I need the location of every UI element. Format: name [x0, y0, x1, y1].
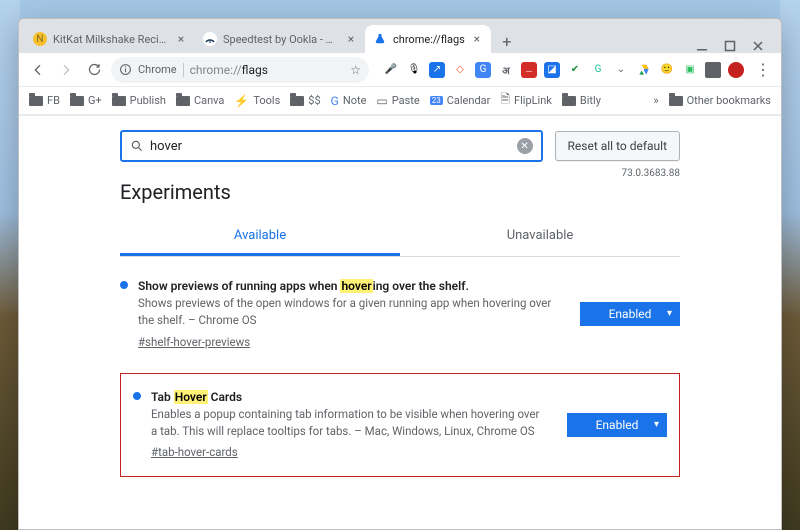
ext-drive-icon[interactable]: [636, 62, 652, 78]
ext-arrow-icon[interactable]: ↗: [429, 62, 445, 78]
reload-icon[interactable]: [83, 59, 105, 81]
tab-available[interactable]: Available: [120, 218, 400, 256]
toolbar: Chrome chrome://flags ☆ 🎤 🎙 ↗ ◇ G अ … ◪ …: [19, 53, 781, 87]
flags-search-input[interactable]: [150, 139, 511, 154]
search-icon: [130, 139, 144, 153]
ext-face-icon[interactable]: 🙂: [659, 62, 675, 78]
flag-tabs: Available Unavailable: [120, 218, 680, 257]
clear-search-icon[interactable]: ✕: [517, 138, 533, 154]
ext-grammarly-icon[interactable]: G: [590, 62, 606, 78]
close-icon[interactable]: ×: [175, 33, 187, 45]
flag-row-highlighted: Tab Hover Cards Enables a popup containi…: [120, 373, 680, 477]
site-info-icon[interactable]: [119, 63, 132, 76]
bm-gplus[interactable]: G+: [70, 94, 102, 107]
flags-search[interactable]: ✕: [120, 130, 543, 162]
flag-title: Show previews of running apps when hover…: [138, 277, 560, 295]
new-tab-button[interactable]: +: [495, 29, 519, 53]
tab-2[interactable]: Speedtest by Ookla - The Global... ×: [195, 25, 365, 53]
bm-canva[interactable]: Canva: [176, 94, 224, 107]
ext-translate-icon[interactable]: G: [475, 62, 491, 78]
back-icon[interactable]: [27, 59, 49, 81]
page-content: ✕ Reset all to default Experiments 73.0.…: [19, 115, 781, 529]
flag-indicator-icon: [133, 392, 141, 400]
flag-hash-link[interactable]: #shelf-hover-previews: [138, 334, 250, 351]
menu-dots-icon[interactable]: ⋮: [754, 60, 772, 79]
flag-desc: Enables a popup containing tab informati…: [151, 406, 547, 441]
bm-publish[interactable]: Publish: [112, 94, 166, 107]
url-text: chrome://flags: [190, 63, 268, 77]
minimize-icon[interactable]: [695, 39, 709, 53]
ext-blue-icon[interactable]: ◪: [544, 62, 560, 78]
tab-1[interactable]: N KitKat Milkshake Recipe - Easy H... ×: [25, 25, 195, 53]
ext-avatar-icon[interactable]: [728, 62, 744, 78]
ext-devanagari-icon[interactable]: अ: [498, 62, 514, 78]
other-bookmarks[interactable]: Other bookmarks: [669, 94, 771, 107]
ext-lastpass-icon[interactable]: …: [521, 62, 537, 78]
tab-title: Speedtest by Ookla - The Global...: [223, 33, 339, 46]
bookmarks-overflow-icon[interactable]: »: [653, 94, 658, 107]
favicon-flags: [373, 32, 387, 46]
tab-unavailable[interactable]: Unavailable: [400, 218, 680, 256]
site-chip: Chrome: [138, 63, 177, 76]
flag-title: Tab Hover Cards: [151, 388, 547, 406]
ext-pocket-icon[interactable]: ⌄: [613, 62, 629, 78]
ext-brave-icon[interactable]: ◇: [452, 62, 468, 78]
close-icon[interactable]: ×: [345, 33, 357, 45]
bm-fb[interactable]: FB: [29, 94, 60, 107]
forward-icon[interactable]: [55, 59, 77, 81]
tab-strip: N KitKat Milkshake Recipe - Easy H... × …: [19, 19, 781, 53]
ext-check-icon[interactable]: ✔: [567, 62, 583, 78]
flag-state-select[interactable]: Enabled: [567, 413, 667, 437]
page-title: Experiments: [120, 180, 680, 204]
bm-dollar[interactable]: $$: [290, 94, 320, 107]
favicon-speedtest: [203, 32, 217, 46]
tab-title: chrome://flags: [393, 33, 465, 46]
bm-bitly[interactable]: Bitly: [562, 94, 601, 107]
bookmark-star-icon[interactable]: ☆: [350, 63, 361, 77]
separator: [183, 63, 184, 77]
maximize-icon[interactable]: [723, 39, 737, 53]
browser-window: N KitKat Milkshake Recipe - Easy H... × …: [18, 18, 782, 530]
ext-gray-icon[interactable]: [705, 62, 721, 78]
favicon-kitkat: N: [33, 32, 47, 46]
window-close-icon[interactable]: [751, 39, 765, 53]
bookmarks-bar: FB G+ Publish Canva ⚡Tools $$ GNote ▭Pas…: [19, 87, 781, 115]
ext-evernote-icon[interactable]: ▣: [682, 62, 698, 78]
flag-state-select[interactable]: Enabled: [580, 302, 680, 326]
flag-indicator-icon: [120, 281, 128, 289]
bm-tools[interactable]: ⚡Tools: [234, 94, 280, 108]
bm-paste[interactable]: ▭Paste: [376, 94, 419, 108]
bm-note[interactable]: GNote: [331, 94, 367, 108]
flag-hash-link[interactable]: #tab-hover-cards: [151, 444, 238, 461]
tab-title: KitKat Milkshake Recipe - Easy H...: [53, 33, 169, 46]
reset-all-button[interactable]: Reset all to default: [555, 131, 680, 161]
microphone-alt-icon[interactable]: 🎙: [406, 62, 422, 78]
bm-fliplink[interactable]: 🗎FlipLink: [500, 90, 552, 111]
bm-calendar[interactable]: 23Calendar: [430, 94, 491, 107]
flag-row: Show previews of running apps when hover…: [120, 257, 680, 367]
omnibox[interactable]: Chrome chrome://flags ☆: [111, 57, 369, 83]
version-text: 73.0.3683.88: [622, 168, 681, 179]
extensions-row: 🎤 🎙 ↗ ◇ G अ … ◪ ✔ G ⌄ 🙂 ▣: [383, 62, 744, 78]
tab-3-active[interactable]: chrome://flags ×: [365, 25, 491, 53]
microphone-icon[interactable]: 🎤: [383, 62, 399, 78]
flag-desc: Shows previews of the open windows for a…: [138, 295, 560, 330]
close-icon[interactable]: ×: [471, 33, 483, 45]
